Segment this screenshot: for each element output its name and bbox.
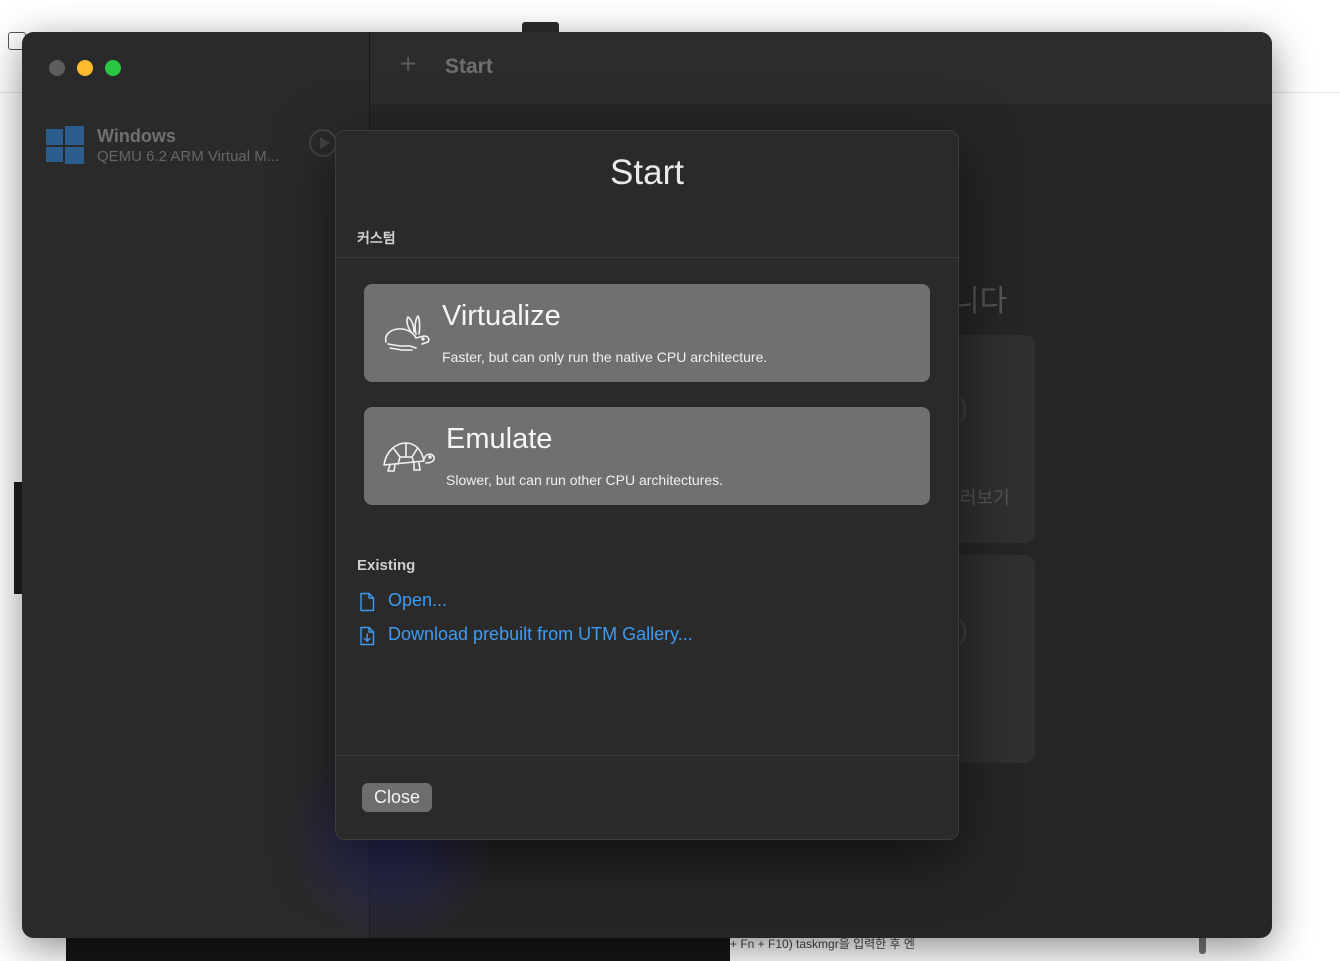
emulate-option[interactable]: Emulate Slower, but can run other CPU ar… (364, 407, 930, 505)
welcome-heading: 니다 (952, 285, 1008, 318)
custom-section-header: 커스텀 (357, 230, 396, 246)
vm-name: Windows (97, 126, 176, 146)
sheet-title: Start (610, 153, 684, 192)
open-link-label: Open... (388, 590, 448, 610)
rabbit-icon (384, 315, 430, 351)
virtualize-description: Faster, but can only run the native CPU … (442, 349, 768, 365)
divider (336, 755, 958, 756)
background-video-strip (66, 936, 730, 961)
window-minimize-button[interactable] (77, 60, 93, 76)
start-sheet: Start 커스텀 Virtualize Faster, but can onl… (335, 130, 959, 840)
vm-subtitle: QEMU 6.2 ARM Virtual M... (97, 148, 280, 165)
close-button[interactable]: Close (362, 783, 432, 812)
window-close-button[interactable] (49, 60, 65, 76)
download-document-icon (360, 626, 375, 646)
turtle-icon (383, 442, 435, 472)
emulate-description: Slower, but can run other CPU architectu… (446, 472, 724, 488)
play-icon[interactable] (309, 129, 337, 157)
toolbar-title: Start (445, 55, 493, 78)
divider (336, 257, 958, 258)
existing-section-header: Existing (357, 557, 416, 574)
virtualize-title: Virtualize (442, 300, 561, 332)
welcome-card-label: 러보기 (960, 488, 1010, 508)
vm-list-item[interactable]: Windows QEMU 6.2 ARM Virtual M... (46, 124, 346, 174)
toolbar: + Start (370, 32, 1272, 104)
plus-icon[interactable]: + (400, 50, 416, 78)
emulate-title: Emulate (446, 423, 553, 455)
virtualize-option[interactable]: Virtualize Faster, but can only run the … (364, 284, 930, 382)
window-zoom-button[interactable] (105, 60, 121, 76)
background-block (14, 482, 22, 594)
windows-logo-icon (46, 126, 84, 164)
document-icon (360, 592, 375, 612)
gallery-download-label: Download prebuilt from UTM Gallery... (388, 624, 693, 644)
